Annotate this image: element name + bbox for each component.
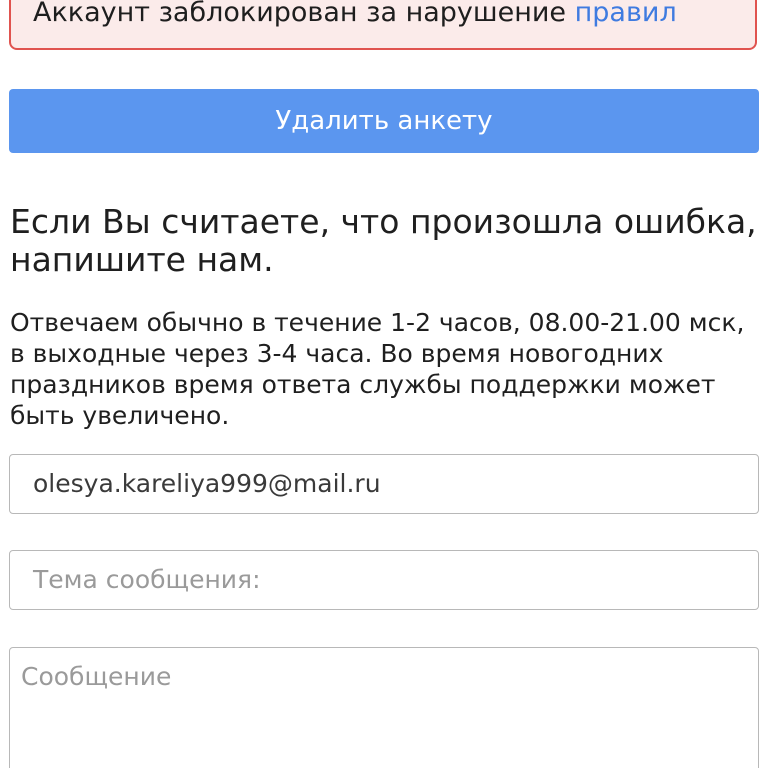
delete-profile-button[interactable]: Удалить анкету (9, 89, 759, 153)
message-textarea[interactable]: Сообщение (9, 647, 759, 768)
email-field[interactable]: olesya.kareliya999@mail.ru (9, 454, 759, 514)
message-placeholder: Сообщение (21, 662, 172, 691)
alert-message: Аккаунт заблокирован за нарушение правил (33, 0, 677, 30)
rules-link[interactable]: правил (575, 0, 677, 28)
support-page: Аккаунт заблокирован за нарушение правил… (0, 0, 768, 768)
subject-input[interactable]: Тема сообщения: (9, 550, 759, 610)
alert-text: Аккаунт заблокирован за нарушение (33, 0, 567, 28)
subject-placeholder: Тема сообщения: (33, 565, 261, 594)
account-blocked-alert: Аккаунт заблокирован за нарушение правил (9, 0, 757, 50)
email-value: olesya.kareliya999@mail.ru (33, 469, 381, 498)
response-time-info: Отвечаем обычно в течение 1-2 часов, 08.… (10, 308, 745, 430)
error-heading: Если Вы считаете, что произошла ошибка, … (10, 202, 757, 279)
